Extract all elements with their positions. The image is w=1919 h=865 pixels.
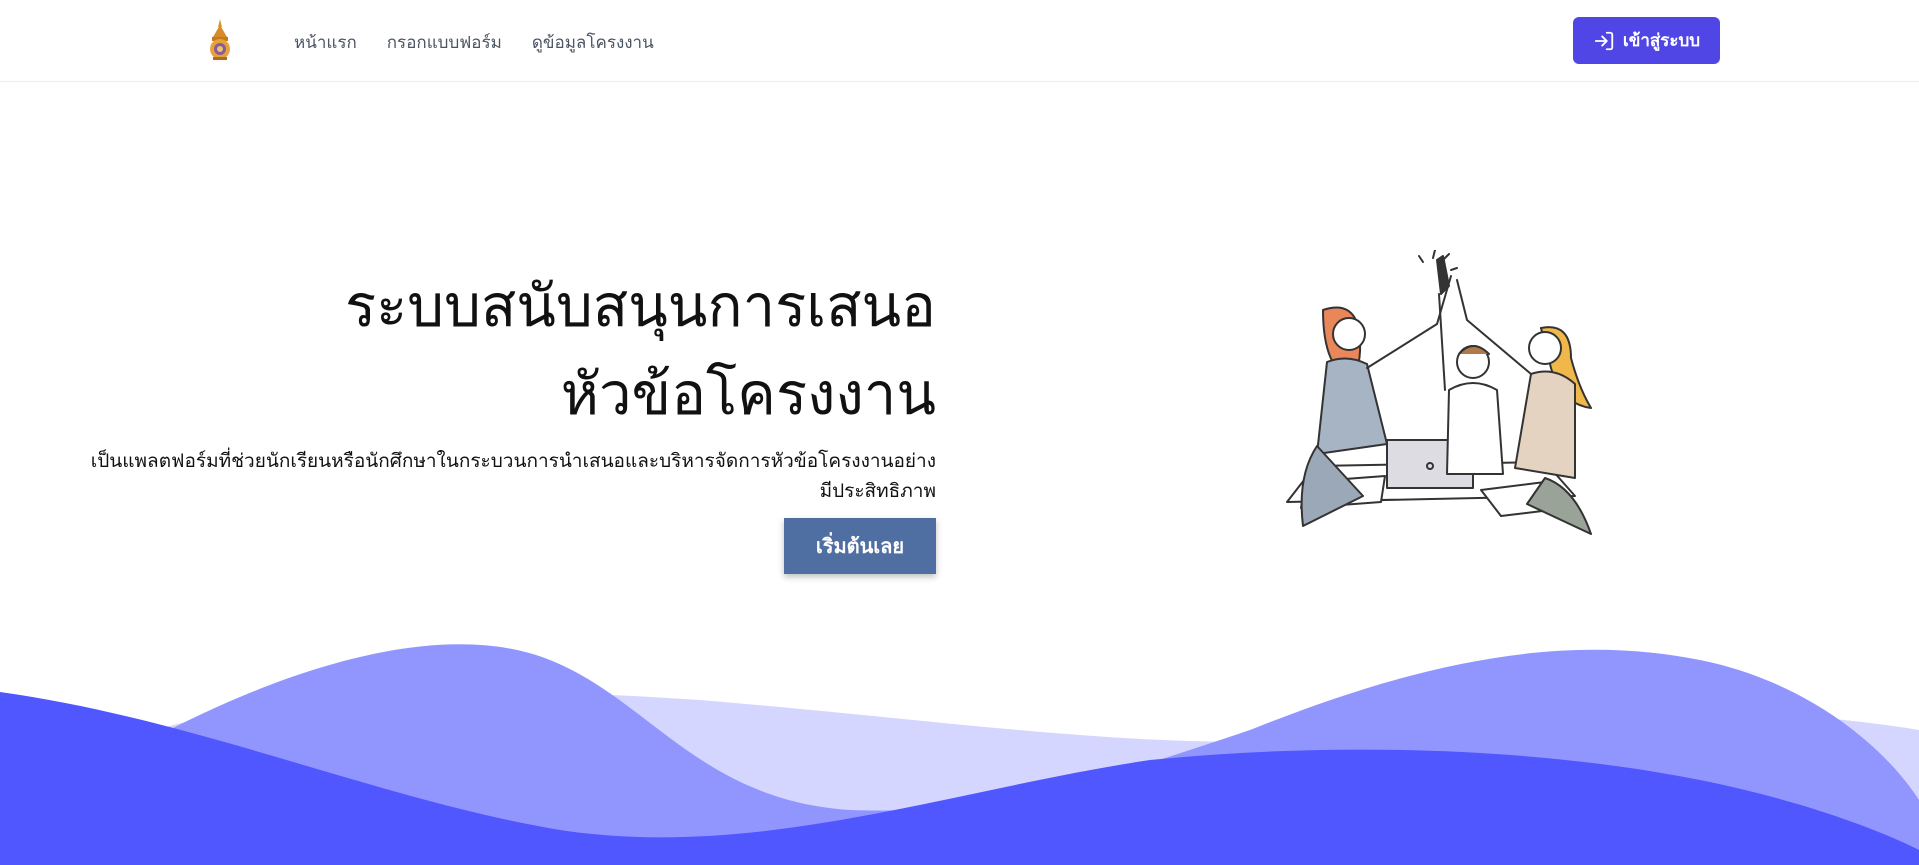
team-high-five-illustration xyxy=(1286,250,1592,535)
nav-form-link[interactable]: กรอกแบบฟอร์ม xyxy=(387,29,502,56)
sign-in-icon xyxy=(1594,31,1614,50)
hero-title-line2: หัวข้อโครงงาน xyxy=(560,360,936,428)
hero-description: เป็นแพลตฟอร์มที่ช่วยนักเรียนหรือนักศึกษา… xyxy=(90,450,936,502)
nav-home-link[interactable]: หน้าแรก xyxy=(294,29,357,56)
university-logo-icon[interactable] xyxy=(207,19,233,61)
hero-title-line1: ระบบสนับสนุนการเสนอ xyxy=(344,272,936,340)
nav-links: หน้าแรก กรอกแบบฟอร์ม ดูข้อมูลโครงงาน xyxy=(294,29,684,56)
navbar: หน้าแรก กรอกแบบฟอร์ม ดูข้อมูลโครงงาน เข้… xyxy=(0,0,1919,82)
hero-section: ระบบสนับสนุนการเสนอ หัวข้อโครงงาน เป็นแพ… xyxy=(80,262,936,574)
start-button[interactable]: เริ่มต้นเลย xyxy=(784,518,936,574)
nav-projects-link[interactable]: ดูข้อมูลโครงงาน xyxy=(532,29,654,56)
login-label: เข้าสู่ระบบ xyxy=(1622,31,1701,51)
hero-title: ระบบสนับสนุนการเสนอ หัวข้อโครงงาน xyxy=(80,262,936,438)
login-button[interactable]: เข้าสู่ระบบ xyxy=(1573,17,1720,64)
decorative-waves xyxy=(0,644,1919,865)
